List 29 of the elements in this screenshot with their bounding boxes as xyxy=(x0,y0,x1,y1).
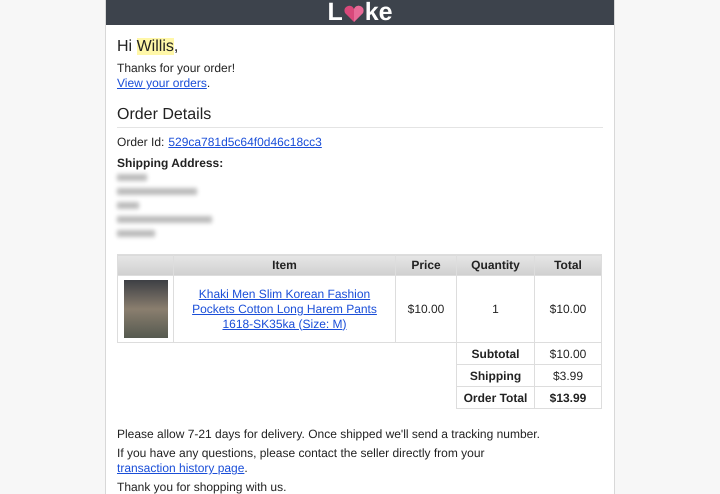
questions-text: If you have any questions, please contact the seller directly from your transaction history page. xyxy=(117,446,486,476)
section-title: Order Details xyxy=(117,105,603,128)
delivery-note: Please allow 7-21 days for delivery. Once shipped we'll send a tracking number. xyxy=(117,427,541,442)
product-photo-placeholder xyxy=(124,280,168,338)
summary-value: $13.99 xyxy=(534,386,602,408)
summary-label: Order Total xyxy=(456,386,534,408)
heart-icon xyxy=(344,5,364,23)
view-orders-link[interactable]: View your orders xyxy=(117,76,207,91)
order-id-label: Order Id: xyxy=(117,135,164,150)
column-header: Item xyxy=(174,254,396,276)
column-header: Quantity xyxy=(456,254,534,276)
column-header: Price xyxy=(396,254,456,276)
summary-value: $10.00 xyxy=(534,342,602,364)
transaction-history-link[interactable]: transaction history page xyxy=(117,461,244,475)
table-cell: $10.00 xyxy=(396,276,456,342)
column-header: Total xyxy=(534,254,602,276)
summary-value: $3.99 xyxy=(534,364,602,386)
greeting: Hi Willis, xyxy=(117,37,180,57)
order-id-link[interactable]: 529ca781d5c64f0d46c18cc3 xyxy=(168,135,322,150)
thanks-text: Thanks for your order! xyxy=(117,61,236,76)
summary-label: Subtotal xyxy=(456,342,534,364)
punctuation-text: . xyxy=(206,76,210,91)
table-cell: 1 xyxy=(456,276,534,342)
summary-label: Shipping xyxy=(456,364,534,386)
shipping-address-label: Shipping Address: xyxy=(117,156,224,171)
logo-text: ke xyxy=(364,0,393,25)
closing-text: Thank you for shopping with us. xyxy=(117,480,288,494)
table-cell: $10.00 xyxy=(534,276,602,342)
logo-text: L xyxy=(327,0,343,25)
